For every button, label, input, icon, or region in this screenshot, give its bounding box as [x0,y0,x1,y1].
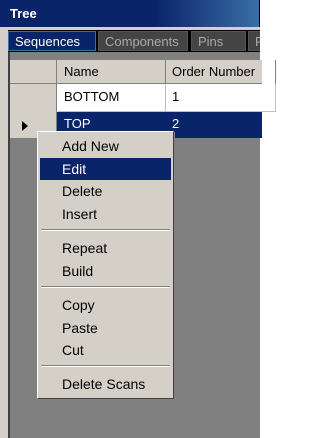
tab-sequences[interactable]: Sequences [8,31,96,51]
menu-item-delete-scans[interactable]: Delete Scans [40,373,171,395]
current-row-arrow-icon [22,121,28,131]
menu-separator [41,229,170,231]
menu-item-insert[interactable]: Insert [40,203,171,225]
menu-item-repeat[interactable]: Repeat [40,237,171,259]
menu-item-paste[interactable]: Paste [40,317,171,339]
menu-item-cut[interactable]: Cut [40,339,171,361]
row-indicator[interactable] [10,84,57,112]
menu-item-add-new[interactable]: Add New [40,135,171,157]
menu-item-copy[interactable]: Copy [40,294,171,316]
context-menu: Add New Edit Delete Insert Repeat Build … [37,131,174,399]
tree-window: Tree Sequences Components Pins F Name Or… [0,0,276,438]
menu-separator [41,286,170,288]
menu-item-edit[interactable]: Edit [40,158,171,180]
cell-order-number[interactable]: 2 [166,112,276,138]
tab-strip: Sequences Components Pins F [8,30,260,52]
tab-pins[interactable]: Pins [191,31,246,51]
menu-item-delete[interactable]: Delete [40,180,171,202]
cell-order-number[interactable]: 1 [166,84,276,112]
column-header-name[interactable]: Name [58,60,166,84]
menu-separator [41,365,170,367]
tab-components[interactable]: Components [98,31,188,51]
window-title: Tree [10,6,37,21]
tab-more[interactable]: F [248,31,260,51]
grid-header: Name Order Number [10,60,276,84]
column-header-order-number[interactable]: Order Number [166,60,276,84]
cell-name[interactable]: BOTTOM [58,84,166,112]
title-bar: Tree [0,0,260,27]
row-indicator-header [10,60,57,83]
table-row[interactable]: BOTTOM 1 [10,84,276,112]
menu-item-build[interactable]: Build [40,260,171,282]
